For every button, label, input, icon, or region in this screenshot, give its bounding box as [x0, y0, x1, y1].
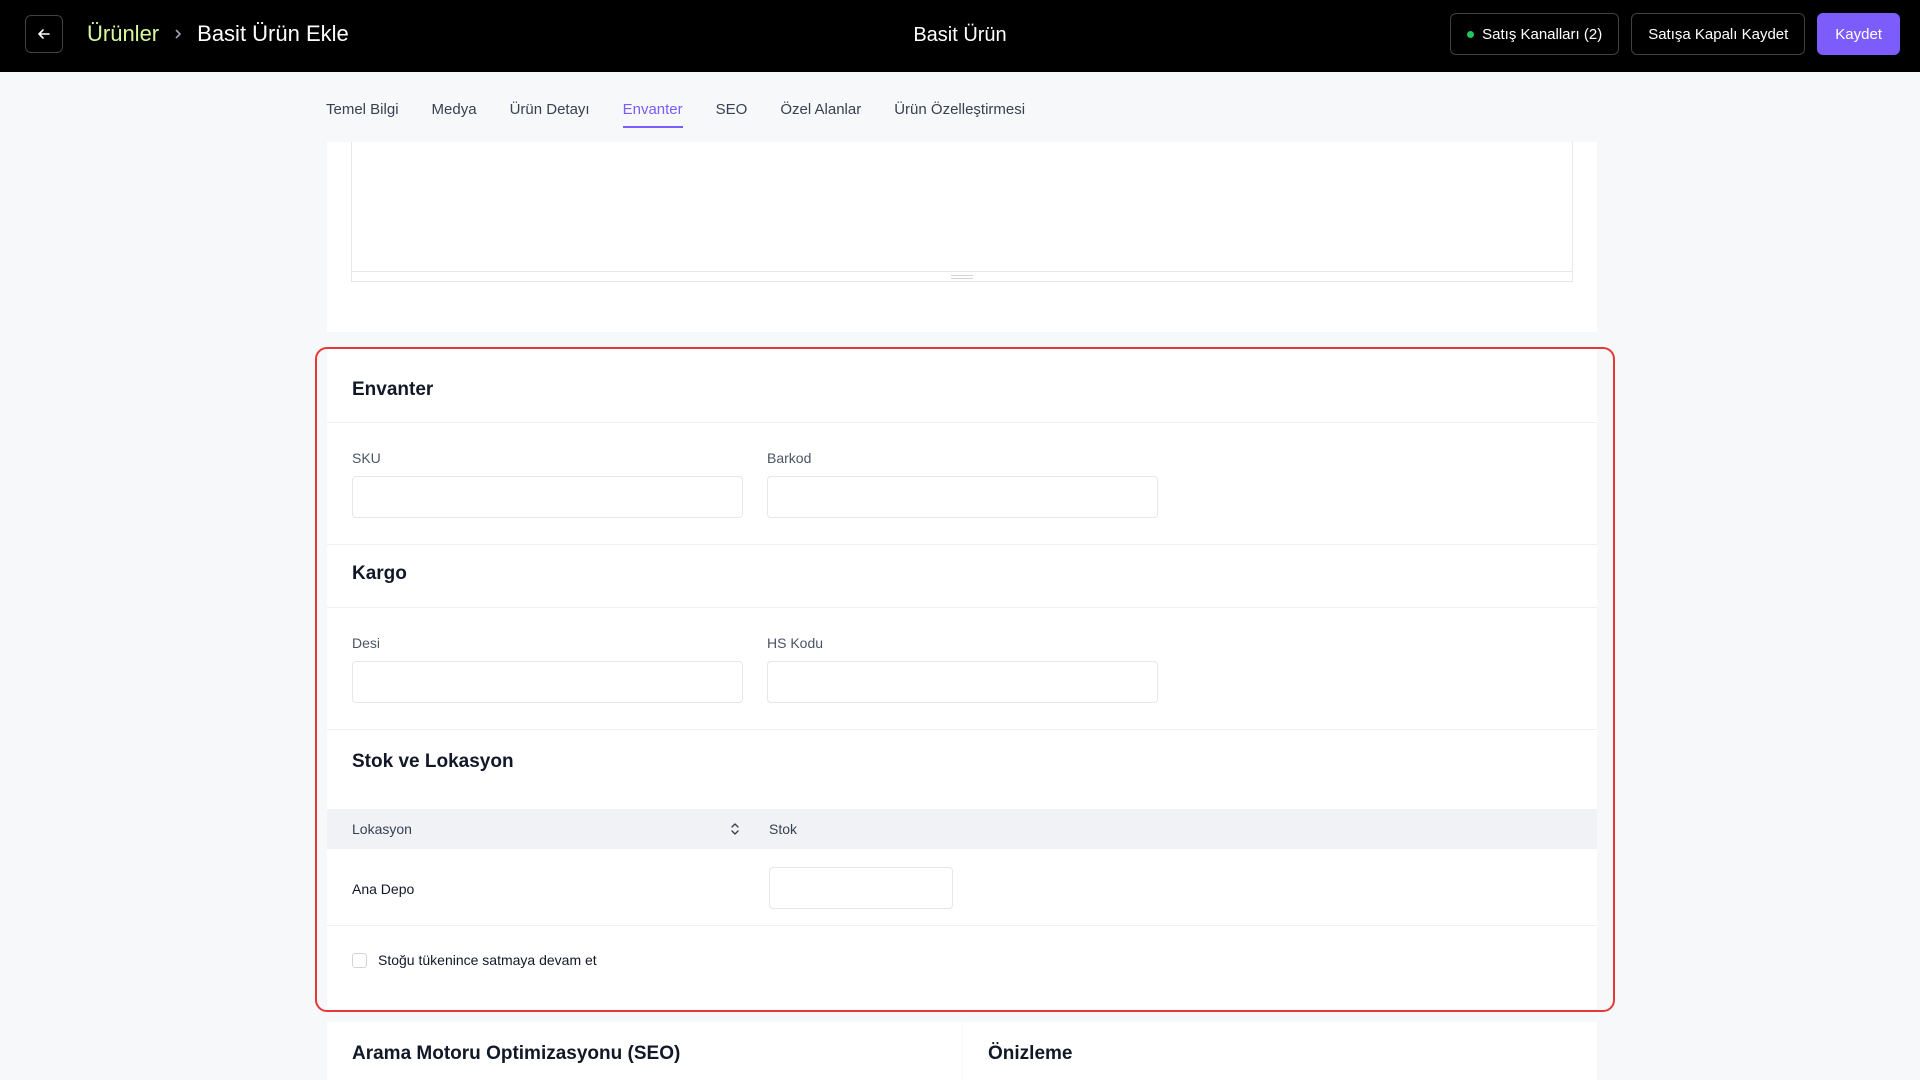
- tab-product-detail[interactable]: Ürün Detayı: [510, 100, 590, 128]
- stock-location-title: Stok ve Lokasyon: [352, 751, 514, 772]
- divider: [327, 925, 1597, 926]
- continue-selling-checkbox[interactable]: [352, 953, 367, 968]
- location-name: Ana Depo: [352, 881, 415, 897]
- seo-title: Arama Motoru Optimizasyonu (SEO): [352, 1043, 681, 1064]
- inventory-card: Envanter SKU Barkod Kargo Desi HS Kodu S…: [327, 349, 1597, 1009]
- save-closed-button[interactable]: Satışa Kapalı Kaydet: [1631, 13, 1806, 55]
- save-label: Kaydet: [1835, 25, 1882, 43]
- tab-basic-info[interactable]: Temel Bilgi: [326, 100, 399, 128]
- tab-media[interactable]: Medya: [432, 100, 477, 128]
- shipping-section-header: Kargo: [327, 545, 1597, 608]
- inventory-highlight: Envanter SKU Barkod Kargo Desi HS Kodu S…: [315, 347, 1615, 1012]
- sku-input[interactable]: [352, 476, 743, 518]
- inventory-title: Envanter: [352, 379, 434, 400]
- stock-quantity-input[interactable]: [769, 867, 953, 909]
- breadcrumb: Ürünler Basit Ürün Ekle: [87, 20, 349, 48]
- continue-selling-label[interactable]: Stoğu tükenince satmaya devam et: [378, 952, 597, 968]
- tab-seo[interactable]: SEO: [716, 100, 748, 128]
- desi-label: Desi: [352, 635, 381, 651]
- description-editor[interactable]: [351, 142, 1573, 282]
- hs-code-input[interactable]: [767, 661, 1158, 703]
- column-stock: Stok: [769, 821, 798, 837]
- status-dot-icon: [1467, 30, 1475, 38]
- divider: [327, 729, 1597, 730]
- description-card: [327, 142, 1597, 332]
- breadcrumb-products-link[interactable]: Ürünler: [87, 20, 159, 48]
- back-button[interactable]: [25, 15, 63, 53]
- shipping-title: Kargo: [352, 563, 407, 584]
- save-button[interactable]: Kaydet: [1817, 13, 1900, 55]
- tab-bar: Temel Bilgi Medya Ürün Detayı Envanter S…: [326, 100, 1058, 128]
- barcode-label: Barkod: [767, 450, 812, 466]
- sort-icon[interactable]: [730, 821, 740, 837]
- tab-inventory[interactable]: Envanter: [622, 100, 683, 128]
- editor-resize-bar: [352, 271, 1572, 281]
- barcode-input[interactable]: [767, 476, 1158, 518]
- sku-label: SKU: [352, 450, 381, 466]
- preview-title: Önizleme: [988, 1043, 1073, 1064]
- sales-channels-button[interactable]: Satış Kanalları (2): [1450, 13, 1620, 55]
- inventory-section-header: Envanter: [327, 349, 1597, 423]
- header-actions: Satış Kanalları (2) Satışa Kapalı Kaydet…: [1450, 13, 1900, 55]
- preview-card: Önizleme: [963, 1022, 1597, 1080]
- save-closed-label: Satışa Kapalı Kaydet: [1648, 25, 1789, 43]
- seo-card: Arama Motoru Optimizasyonu (SEO): [327, 1022, 962, 1080]
- chevron-right-icon: [173, 28, 183, 40]
- resize-grip-icon[interactable]: [951, 274, 973, 279]
- breadcrumb-current: Basit Ürün Ekle: [197, 21, 349, 46]
- hs-code-label: HS Kodu: [767, 635, 824, 651]
- arrow-left-icon: [38, 29, 50, 39]
- tab-custom-fields[interactable]: Özel Alanlar: [780, 100, 861, 128]
- column-location[interactable]: Lokasyon: [352, 821, 412, 837]
- top-bar: Ürünler Basit Ürün Ekle Basit Ürün Satış…: [0, 0, 1920, 72]
- tab-product-customization[interactable]: Ürün Özelleştirmesi: [894, 100, 1025, 128]
- stock-table-header: Lokasyon Stok: [327, 809, 1597, 849]
- page-title: Basit Ürün: [913, 24, 1007, 46]
- sales-channels-label: Satış Kanalları (2): [1482, 25, 1603, 43]
- desi-input[interactable]: [352, 661, 743, 703]
